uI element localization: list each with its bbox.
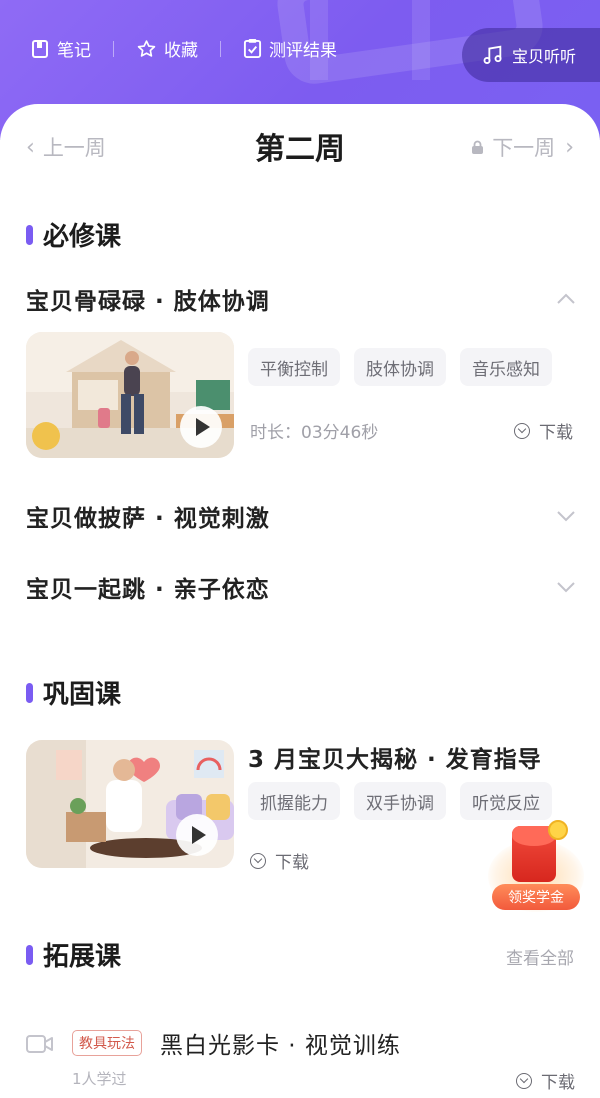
download-label: 下载	[539, 423, 573, 443]
assessment-results-label: 测评结果	[269, 41, 337, 61]
reward-label: 领奖学金	[492, 884, 580, 910]
checklist-icon	[243, 39, 262, 58]
baby-listen-button[interactable]: 宝贝听听	[462, 28, 600, 82]
download-icon	[514, 422, 530, 439]
star-icon	[137, 39, 156, 57]
tag: 音乐感知	[460, 348, 552, 386]
baby-listen-label: 宝贝听听	[512, 47, 577, 66]
lesson-row[interactable]: 宝贝做披萨 · 视觉刺激	[26, 496, 576, 536]
play-button[interactable]	[180, 406, 222, 448]
scholarship-reward-button[interactable]: 领奖学金	[488, 820, 584, 912]
favorites-label: 收藏	[164, 41, 198, 61]
extension-item[interactable]: 教具玩法 黑白光影卡 · 视觉训练 1人学过 下载	[26, 1028, 576, 1093]
play-icon	[196, 418, 210, 436]
tag: 双手协调	[354, 782, 446, 820]
section-marker	[26, 944, 33, 965]
tag: 平衡控制	[248, 348, 340, 386]
consolidate-video-thumbnail[interactable]	[26, 740, 234, 868]
chevron-right-icon: ›	[565, 134, 574, 160]
extension-item-title: 黑白光影卡 · 视觉训练	[160, 1033, 401, 1059]
required-heading-label: 必修课	[43, 222, 122, 252]
lock-icon	[472, 140, 484, 154]
lesson-row[interactable]: 宝贝骨碌碌 · 肢体协调	[26, 279, 576, 319]
toolbar: 笔记 收藏 测评结果	[30, 36, 337, 61]
download-icon	[250, 852, 266, 869]
notes-label: 笔记	[57, 41, 91, 61]
divider	[220, 40, 221, 57]
lesson-tags: 平衡控制 肢体协调 音乐感知	[248, 348, 566, 386]
assessment-results-button[interactable]: 测评结果	[243, 36, 337, 61]
consolidate-tags: 抓握能力 双手协调 听觉反应	[248, 782, 566, 820]
lesson-title: 宝贝做披萨 · 视觉刺激	[26, 506, 270, 532]
extension-heading-label: 拓展课	[43, 942, 122, 972]
next-week-label: 下一周	[492, 136, 556, 160]
next-week-button[interactable]: 下一周 ›	[471, 132, 574, 162]
download-button[interactable]: 下载	[516, 1068, 575, 1093]
notes-button[interactable]: 笔记	[30, 36, 91, 61]
notebook-icon	[32, 39, 48, 58]
learner-count: 1人学过	[72, 1070, 127, 1088]
lesson-row[interactable]: 宝贝一起跳 · 亲子依恋	[26, 567, 576, 607]
extension-section-heading: 拓展课	[26, 936, 121, 973]
section-marker	[26, 224, 33, 245]
download-icon	[516, 1072, 532, 1089]
lesson-duration: 时长：03分46秒	[250, 423, 379, 443]
lesson-video-thumbnail[interactable]	[26, 332, 234, 458]
favorites-button[interactable]: 收藏	[136, 36, 198, 61]
play-button[interactable]	[176, 814, 218, 856]
week-navigation: ‹ 上一周 第二周 下一周 ›	[0, 124, 600, 170]
play-icon	[192, 826, 206, 844]
tag: 听觉反应	[460, 782, 552, 820]
category-badge: 教具玩法	[72, 1030, 142, 1056]
tag: 肢体协调	[354, 348, 446, 386]
coin-icon	[548, 820, 568, 840]
music-note-icon	[483, 45, 502, 64]
required-section-heading: 必修课	[26, 216, 121, 253]
download-label: 下载	[541, 1073, 575, 1093]
chevron-down-icon[interactable]	[556, 581, 576, 593]
video-camera-icon	[26, 1035, 53, 1053]
download-label: 下载	[275, 853, 309, 873]
content-card: ‹ 上一周 第二周 下一周 › 必修课 宝贝骨碌碌 · 肢体协调 平衡控制 肢体…	[0, 104, 600, 1098]
chevron-up-icon[interactable]	[556, 293, 576, 305]
download-button[interactable]: 下载	[514, 418, 573, 443]
consolidate-lesson-title[interactable]: 3 月宝贝大揭秘 · 发育指导	[248, 740, 542, 774]
lesson-title: 宝贝一起跳 · 亲子依恋	[26, 577, 270, 603]
chevron-down-icon[interactable]	[556, 510, 576, 522]
section-marker	[26, 682, 33, 703]
view-all-link[interactable]: 查看全部	[506, 944, 574, 969]
consolidate-section-heading: 巩固课	[26, 674, 121, 711]
lesson-title: 宝贝骨碌碌 · 肢体协调	[26, 289, 270, 315]
download-button[interactable]: 下载	[250, 848, 309, 873]
divider	[113, 40, 114, 57]
consolidate-heading-label: 巩固课	[43, 680, 122, 710]
tag: 抓握能力	[248, 782, 340, 820]
